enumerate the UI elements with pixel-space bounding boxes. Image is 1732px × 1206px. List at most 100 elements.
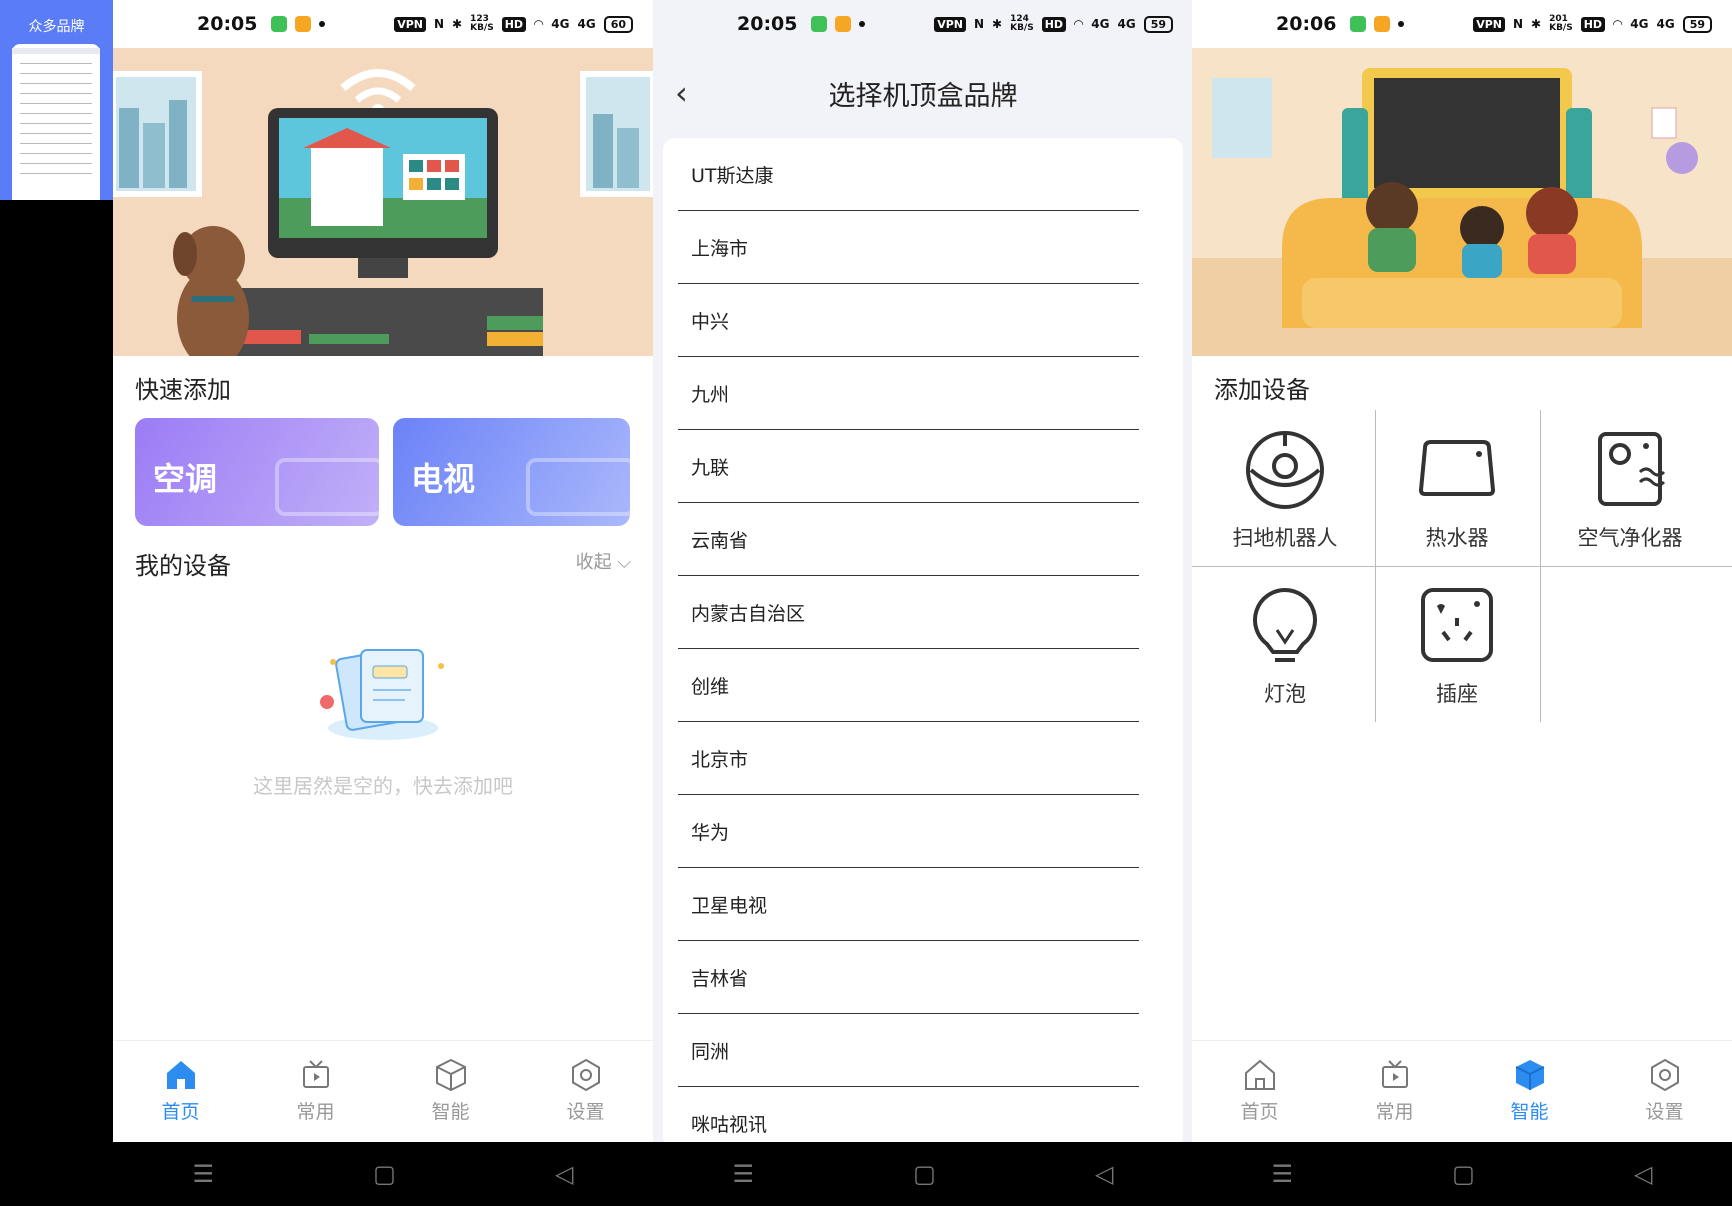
settings-icon bbox=[571, 1058, 600, 1092]
cube-icon bbox=[435, 1058, 466, 1092]
device-bulb[interactable]: 灯泡 bbox=[1195, 566, 1375, 722]
brand-list-item[interactable]: 云南省 bbox=[678, 503, 1139, 576]
tab-common[interactable]: 常用 bbox=[1345, 1041, 1445, 1142]
tab-smart-label: 智能 bbox=[1510, 1101, 1549, 1123]
back-nav-icon[interactable]: ◁ bbox=[555, 1160, 573, 1188]
tv-icon bbox=[1381, 1060, 1408, 1088]
app-notification-icon bbox=[295, 16, 312, 32]
vpn-icon: VPN bbox=[394, 16, 426, 32]
air-purifier-icon bbox=[1598, 432, 1666, 506]
tab-smart[interactable]: 智能 bbox=[1480, 1041, 1580, 1142]
menu-icon[interactable]: ☰ bbox=[1272, 1160, 1294, 1188]
battery-icon: 59 bbox=[1682, 15, 1712, 33]
nfc-icon: N bbox=[433, 17, 445, 31]
hd-icon: HD bbox=[1041, 16, 1067, 32]
brand-list-item[interactable]: 九联 bbox=[678, 430, 1139, 503]
collapse-toggle[interactable]: 收起 ⌵ bbox=[576, 548, 631, 574]
tab-common[interactable]: 常用 bbox=[266, 1041, 366, 1142]
battery-icon: 60 bbox=[603, 15, 633, 33]
hd-icon: HD bbox=[1580, 16, 1606, 32]
tab-common-label: 常用 bbox=[1375, 1101, 1414, 1123]
brand-list-item[interactable]: 吉林省 bbox=[678, 941, 1139, 1014]
page-title: 选择机顶盒品牌 bbox=[828, 81, 1018, 112]
message-icon bbox=[811, 16, 828, 32]
home-nav-icon[interactable]: ▢ bbox=[373, 1160, 396, 1188]
tab-home-label: 首页 bbox=[161, 1101, 200, 1123]
brand-list-item[interactable]: UT斯达康 bbox=[678, 138, 1139, 211]
tab-smart-label: 智能 bbox=[431, 1101, 470, 1123]
bulb-icon bbox=[1253, 587, 1317, 662]
system-nav-bar: ☰ ▢ ◁ bbox=[653, 1142, 1193, 1206]
brand-list-item[interactable]: 咪咕视讯 bbox=[678, 1087, 1139, 1142]
home-nav-icon[interactable]: ▢ bbox=[913, 1160, 936, 1188]
hero-illustration-tv bbox=[113, 48, 653, 356]
tab-home[interactable]: 首页 bbox=[1210, 1041, 1310, 1142]
back-arrow-icon[interactable]: ‹ bbox=[675, 74, 688, 112]
status-time: 20:05 bbox=[197, 13, 258, 35]
back-nav-icon[interactable]: ◁ bbox=[1634, 1160, 1652, 1188]
signal-1-icon: 4G bbox=[551, 17, 570, 31]
device-robot-vacuum[interactable]: 扫地机器人 bbox=[1195, 410, 1375, 566]
message-icon bbox=[271, 16, 288, 32]
menu-icon[interactable]: ☰ bbox=[193, 1160, 215, 1188]
add-device-title: 添加设备 bbox=[1214, 376, 1310, 404]
home-icon bbox=[166, 1061, 195, 1089]
quick-add-tv-label: 电视 bbox=[411, 460, 476, 498]
nfc-icon: N bbox=[973, 17, 985, 31]
brand-list-item[interactable]: 北京市 bbox=[678, 722, 1139, 795]
app-notification-icon bbox=[835, 16, 852, 32]
tab-smart[interactable]: 智能 bbox=[401, 1041, 501, 1142]
brand-list-item[interactable]: 中兴 bbox=[678, 284, 1139, 357]
cube-icon bbox=[1515, 1060, 1544, 1090]
device-label: 灯泡 bbox=[1264, 682, 1306, 706]
brand-list-item[interactable]: 卫星电视 bbox=[678, 868, 1139, 941]
collapse-label: 收起 bbox=[575, 552, 612, 573]
device-socket[interactable]: 插座 bbox=[1367, 566, 1547, 722]
device-air-purifier[interactable]: 空气净化器 bbox=[1540, 410, 1720, 566]
brand-list-item[interactable]: 同洲 bbox=[678, 1014, 1139, 1087]
empty-box-illustration bbox=[320, 649, 444, 740]
quick-add-ac-label: 空调 bbox=[153, 460, 218, 498]
bluetooth-icon: ✱ bbox=[452, 17, 463, 31]
network-speed: 123 KB/S bbox=[470, 14, 494, 33]
vpn-icon: VPN bbox=[1473, 16, 1505, 32]
device-label: 热水器 bbox=[1425, 526, 1489, 550]
more-notifications-icon bbox=[1398, 21, 1405, 27]
device-water-heater[interactable]: 热水器 bbox=[1367, 410, 1547, 566]
menu-icon[interactable]: ☰ bbox=[733, 1160, 755, 1188]
more-notifications-icon bbox=[319, 21, 326, 27]
system-nav-bar: ☰ ▢ ◁ bbox=[1192, 1142, 1732, 1206]
brand-list-item[interactable]: 九州 bbox=[678, 357, 1139, 430]
settings-icon bbox=[1650, 1058, 1679, 1092]
back-nav-icon[interactable]: ◁ bbox=[1095, 1160, 1113, 1188]
brand-list-item[interactable]: 创维 bbox=[678, 649, 1139, 722]
status-time: 20:05 bbox=[737, 13, 798, 35]
status-bar: 20:05 VPN N ✱ 123 KB/S HD ◠ 4G 4G 60 bbox=[113, 0, 653, 48]
bluetooth-icon: ✱ bbox=[992, 17, 1003, 31]
bottom-tab-bar: 首页 常用 智能 设置 bbox=[113, 1040, 653, 1142]
nfc-icon: N bbox=[1512, 17, 1524, 31]
tab-settings-label: 设置 bbox=[566, 1101, 605, 1123]
socket-icon bbox=[1421, 588, 1493, 662]
thumbnail-title: 众多品牌 bbox=[28, 19, 85, 35]
quick-add-title: 快速添加 bbox=[135, 376, 231, 404]
device-label: 空气净化器 bbox=[1577, 526, 1683, 550]
tab-settings[interactable]: 设置 bbox=[1615, 1041, 1715, 1142]
thumbnail-preview: 众多品牌 bbox=[0, 0, 113, 200]
signal-2-icon: 4G bbox=[1656, 17, 1675, 31]
battery-icon: 59 bbox=[1143, 15, 1173, 33]
signal-1-icon: 4G bbox=[1630, 17, 1649, 31]
brand-list-item[interactable]: 内蒙古自治区 bbox=[678, 576, 1139, 649]
brand-list-item[interactable]: 华为 bbox=[678, 795, 1139, 868]
tab-settings[interactable]: 设置 bbox=[536, 1041, 636, 1142]
tab-common-label: 常用 bbox=[296, 1101, 335, 1123]
status-bar: 20:05 VPN N ✱ 124 KB/S HD ◠ 4G 4G 59 bbox=[653, 0, 1193, 48]
brand-list-item[interactable]: 上海市 bbox=[678, 211, 1139, 284]
quick-add-ac-button[interactable]: 空调 bbox=[135, 418, 379, 526]
status-time: 20:06 bbox=[1276, 13, 1337, 35]
home-nav-icon[interactable]: ▢ bbox=[1452, 1160, 1475, 1188]
chevron-down-icon: ⌵ bbox=[617, 552, 631, 573]
brand-list: UT斯达康 上海市 中兴 九州 九联 云南省 内蒙古自治区 创维 北京市 华为 卫星电视 吉林省 同洲咪… bbox=[663, 138, 1183, 1142]
tab-home[interactable]: 首页 bbox=[131, 1041, 231, 1142]
quick-add-tv-button[interactable]: 电视 bbox=[393, 418, 630, 526]
